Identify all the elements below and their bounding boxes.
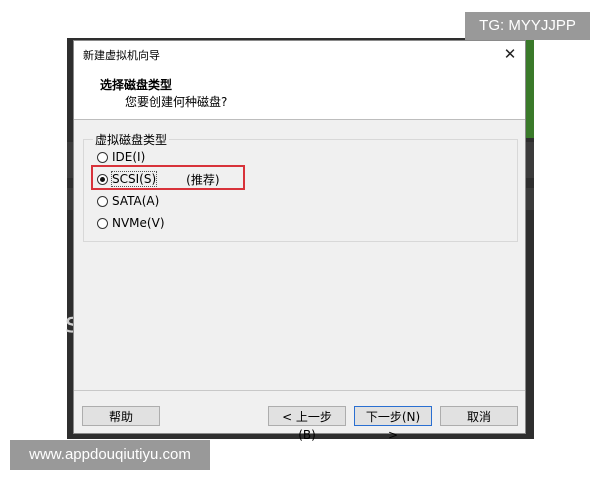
- page-subtitle: 您要创建何种磁盘?: [125, 95, 228, 109]
- back-button[interactable]: < 上一步(B): [268, 406, 346, 442]
- next-button[interactable]: 下一步(N) >: [354, 406, 432, 442]
- radio-label: IDE(I): [112, 150, 146, 164]
- watermark-top: TG: MYYJJPP: [465, 12, 590, 40]
- button-divider: [74, 390, 525, 391]
- help-button[interactable]: 帮助: [82, 406, 160, 426]
- radio-nvme[interactable]: NVMe(V): [97, 214, 165, 232]
- radio-button-icon[interactable]: [97, 195, 108, 207]
- watermark-bottom: www.appdouqiutiyu.com: [10, 440, 210, 470]
- radio-sata[interactable]: SATA(A): [97, 192, 159, 210]
- close-icon[interactable]: ✕: [499, 43, 521, 65]
- group-legend: 虚拟磁盘类型: [93, 131, 170, 148]
- new-vm-wizard-dialog: 新建虚拟机向导 ✕ 选择磁盘类型 您要创建何种磁盘? 虚拟磁盘类型 IDE(I)…: [73, 40, 526, 442]
- radio-label: NVMe(V): [112, 216, 165, 230]
- annotation-highlight-box: [91, 165, 245, 190]
- wizard-header: 选择磁盘类型 您要创建何种磁盘?: [74, 68, 525, 120]
- window-title: 新建虚拟机向导: [83, 49, 160, 62]
- radio-ide[interactable]: IDE(I): [97, 148, 145, 166]
- title-bar: 新建虚拟机向导 ✕: [74, 41, 525, 68]
- radio-button-icon[interactable]: [97, 217, 108, 229]
- radio-button-icon[interactable]: [97, 151, 108, 163]
- background-accent-strip: [526, 38, 534, 138]
- radio-label: SATA(A): [112, 194, 160, 208]
- page-title: 选择磁盘类型: [100, 78, 173, 92]
- cancel-button[interactable]: 取消: [440, 406, 518, 426]
